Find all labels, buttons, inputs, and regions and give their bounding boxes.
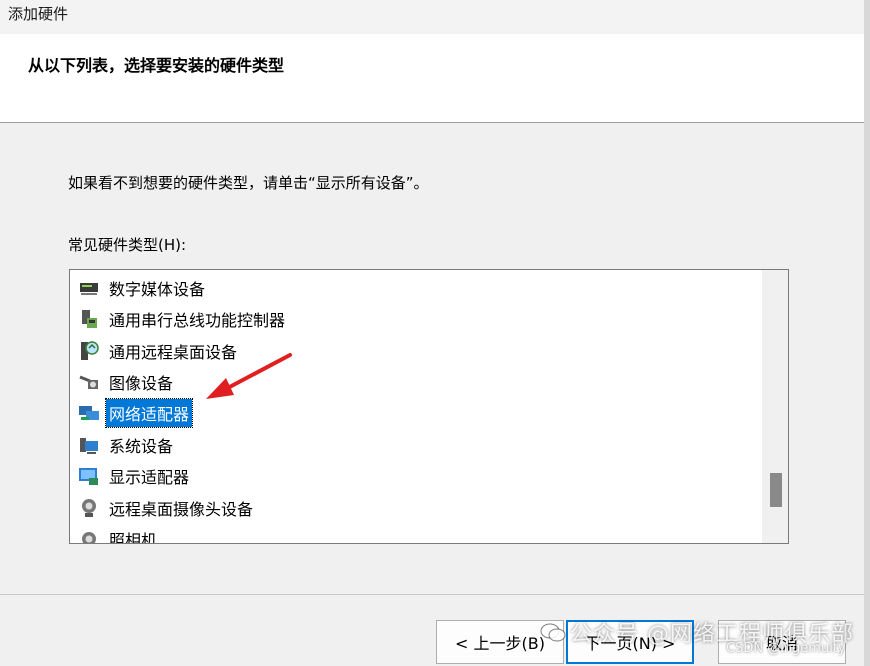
camera-device-icon <box>82 532 96 543</box>
page-heading: 从以下列表，选择要安装的硬件类型 <box>28 56 285 75</box>
network-adapter-icon <box>79 406 99 420</box>
list-item-usb-controller[interactable]: 通用串行总线功能控制器 <box>78 305 288 333</box>
list-item-remote-desktop-device[interactable]: 通用远程桌面设备 <box>78 337 240 365</box>
list-item-imaging-device[interactable]: 图像设备 <box>78 368 176 396</box>
list-item-camera[interactable]: 照相机 <box>78 525 160 544</box>
camera-icon <box>79 375 98 389</box>
instruction-text: 如果看不到想要的硬件类型，请单击“显示所有设备”。 <box>68 174 429 192</box>
list-item-label: 通用远程桌面设备 <box>109 343 238 362</box>
display-adapter-icon <box>79 468 98 485</box>
list-item-system-device[interactable]: 系统设备 <box>78 431 176 459</box>
list-item-label: 图像设备 <box>109 374 174 393</box>
webcam-icon <box>82 499 96 517</box>
hardware-list-label: 常见硬件类型(H): <box>68 236 187 254</box>
media-device-icon <box>80 283 98 295</box>
list-item-label: 远程桌面摄像头设备 <box>109 500 254 519</box>
list-scrollbar[interactable] <box>762 270 788 543</box>
list-item-label: 照相机 <box>109 531 158 544</box>
title-bar: 添加硬件 <box>0 0 864 34</box>
window-edge <box>864 0 870 666</box>
list-item-media-device[interactable]: 数字媒体设备 <box>78 274 208 302</box>
wizard-header: 从以下列表，选择要安装的硬件类型 <box>0 34 864 123</box>
remote-desktop-device-icon <box>81 341 99 360</box>
list-item-label: 系统设备 <box>109 437 174 456</box>
window-title: 添加硬件 <box>8 5 69 23</box>
footer-separator <box>0 594 864 595</box>
wechat-icon <box>540 623 566 642</box>
list-item-label: 显示适配器 <box>109 468 190 487</box>
usb-controller-icon <box>82 310 97 328</box>
hardware-type-list[interactable]: 数字媒体设备 通用串行总线功能控制器 通用远程桌面设备 图像设备 网络适配器 系… <box>69 269 789 544</box>
list-item-network-adapter[interactable]: 网络适配器 <box>78 398 194 428</box>
list-item-display-adapter[interactable]: 显示适配器 <box>78 462 192 490</box>
list-item-label: 通用串行总线功能控制器 <box>109 311 286 330</box>
scrollbar-thumb[interactable] <box>770 473 782 507</box>
list-item-label: 网络适配器 <box>104 398 194 428</box>
system-device-icon <box>80 438 98 454</box>
list-item-label: 数字媒体设备 <box>109 280 206 299</box>
list-item-remote-webcam[interactable]: 远程桌面摄像头设备 <box>78 494 256 522</box>
csdn-watermark: CSDN @ingemuity <box>726 641 846 656</box>
